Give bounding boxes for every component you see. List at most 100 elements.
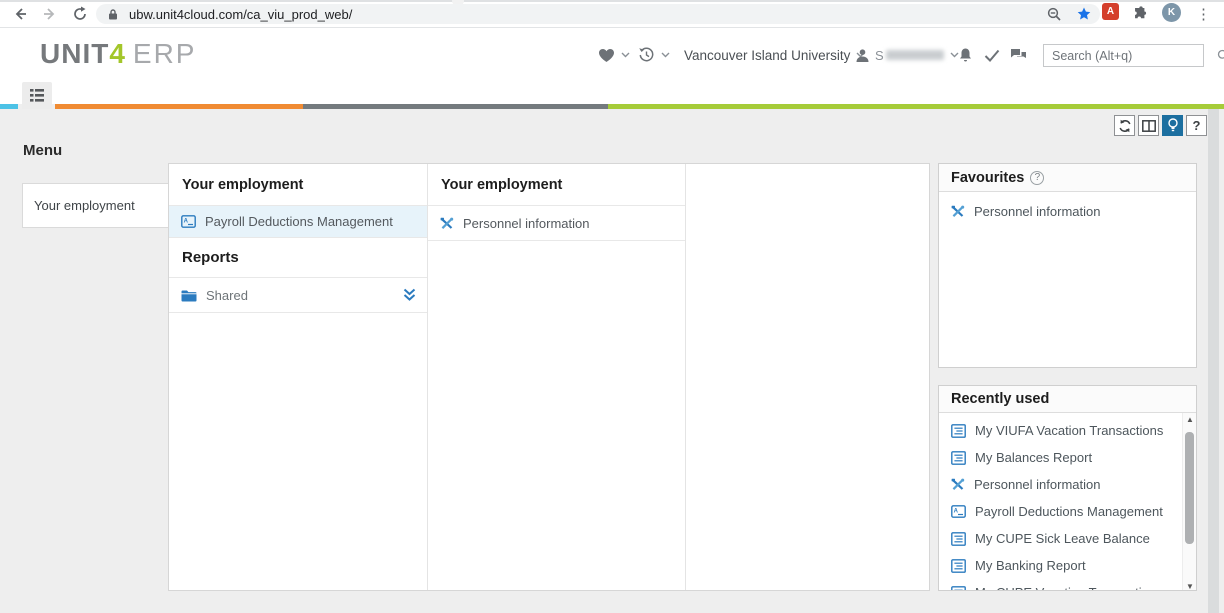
view-actions: ? — [1114, 115, 1207, 136]
recently-used-list: My VIUFA Vacation Transactions My Balance… — [939, 413, 1184, 591]
recently-used-item-label: My CUPE Vacation Transactions — [975, 585, 1163, 591]
report-icon — [951, 451, 966, 465]
messages-button[interactable] — [1010, 28, 1027, 82]
recently-used-item[interactable]: My Balances Report — [939, 444, 1184, 471]
recently-used-item[interactable]: My CUPE Sick Leave Balance — [939, 525, 1184, 552]
logo-4: 4 — [109, 38, 125, 69]
help-circle-icon[interactable]: ? — [1030, 171, 1044, 185]
menu-item-label: Shared — [206, 288, 248, 303]
form-icon: A — [951, 505, 966, 518]
section-header-reports: Reports — [169, 238, 427, 278]
tasks-button[interactable] — [984, 28, 1000, 82]
folder-icon — [181, 289, 197, 302]
main-menu-tab[interactable] — [22, 82, 52, 109]
recently-used-item-label: Personnel information — [974, 477, 1100, 492]
recently-used-item-label: My CUPE Sick Leave Balance — [975, 531, 1150, 546]
help-glyph: ? — [1193, 118, 1201, 133]
browser-back-icon[interactable] — [10, 4, 30, 24]
favourites-menu-button[interactable] — [598, 28, 630, 82]
tools-icon — [951, 205, 965, 218]
history-icon — [638, 47, 655, 63]
menu-item-payroll-deductions[interactable]: A Payroll Deductions Management — [169, 206, 427, 238]
tips-lightbulb-button[interactable] — [1162, 115, 1183, 136]
browser-avatar[interactable]: K — [1162, 3, 1181, 22]
recently-used-panel: Recently used My VIUFA Vacation Transact… — [938, 385, 1197, 591]
section-header-your-employment: Your employment — [428, 164, 685, 206]
menu-list-icon — [30, 89, 44, 102]
recently-used-item[interactable]: My CUPE Vacation Transactions — [939, 579, 1184, 591]
page-title: Menu — [23, 142, 62, 159]
menu-bar — [0, 82, 1224, 104]
recently-used-item[interactable]: My VIUFA Vacation Transactions — [939, 417, 1184, 444]
bell-icon — [958, 47, 973, 63]
recently-used-item[interactable]: A Payroll Deductions Management — [939, 498, 1184, 525]
favourites-title: Favourites — [951, 170, 1024, 186]
unit4-erp-logo: UNIT4ERP — [40, 38, 196, 70]
svg-text:A: A — [954, 509, 959, 515]
sidebar-item-your-employment[interactable]: Your employment — [22, 183, 169, 228]
browser-menu-icon[interactable]: ⋮ — [1196, 5, 1211, 23]
search-icon[interactable] — [1217, 49, 1224, 62]
refresh-button[interactable] — [1114, 115, 1135, 136]
menu-item-shared[interactable]: Shared — [169, 278, 427, 313]
url-text[interactable]: ubw.unit4cloud.com/ca_viu_prod_web/ — [129, 7, 352, 22]
recently-used-item-label: Payroll Deductions Management — [975, 504, 1163, 519]
app-header: UNIT4ERP Vancouver Island University — [0, 28, 1224, 82]
tab-strip — [0, 0, 1224, 2]
company-name: Vancouver Island University — [684, 48, 850, 63]
browser-reload-icon[interactable] — [70, 4, 90, 24]
recently-used-title: Recently used — [951, 391, 1049, 407]
extensions-puzzle-icon[interactable] — [1132, 5, 1149, 22]
browser-chrome: ubw.unit4cloud.com/ca_viu_prod_web/ A K … — [0, 0, 1224, 28]
tools-icon — [951, 478, 965, 491]
report-icon — [951, 559, 966, 573]
chevron-down-icon — [661, 52, 670, 58]
help-button[interactable]: ? — [1186, 115, 1207, 136]
recently-used-item-label: My Banking Report — [975, 558, 1086, 573]
menu-item-personnel-information[interactable]: Personnel information — [428, 206, 685, 241]
global-search[interactable] — [1043, 44, 1204, 67]
heart-icon — [598, 48, 615, 63]
browser-forward-icon[interactable] — [40, 4, 60, 24]
favourite-item[interactable]: Personnel information — [939, 198, 1196, 225]
chat-icon — [1010, 48, 1027, 63]
recently-used-item[interactable]: Personnel information — [939, 471, 1184, 498]
search-input[interactable] — [1044, 49, 1217, 63]
company-selector[interactable]: Vancouver Island University — [684, 28, 865, 82]
favourite-item-label: Personnel information — [974, 204, 1100, 219]
list-scrollbar[interactable]: ▲ ▼ — [1182, 413, 1196, 591]
scroll-down-icon[interactable]: ▼ — [1183, 580, 1197, 591]
lock-icon[interactable] — [107, 8, 119, 21]
menu-panel: Your employment A Payroll Deductions Man… — [168, 163, 930, 591]
user-menu-button[interactable]: S — [855, 28, 959, 82]
user-name-redacted — [886, 50, 944, 60]
history-menu-button[interactable] — [638, 28, 670, 82]
bookmark-star-icon[interactable] — [1076, 6, 1092, 22]
report-icon — [951, 424, 966, 438]
menu-column-2: Your employment Personnel information — [428, 164, 686, 590]
report-icon — [951, 586, 966, 592]
favourites-list: Personnel information — [939, 192, 1196, 225]
logo-unit: UNIT — [40, 38, 109, 69]
report-icon — [951, 532, 966, 546]
recently-used-item-label: My Balances Report — [975, 450, 1092, 465]
user-name-prefix: S — [875, 48, 884, 63]
zoom-page-icon[interactable] — [1047, 7, 1062, 22]
address-bar[interactable]: ubw.unit4cloud.com/ca_viu_prod_web/ — [96, 4, 1100, 24]
menu-item-label: Personnel information — [463, 216, 589, 231]
pdf-extension-icon[interactable]: A — [1102, 3, 1119, 20]
recently-used-item[interactable]: My Banking Report — [939, 552, 1184, 579]
sidebar-item-label: Your employment — [34, 198, 135, 213]
section-header-your-employment: Your employment — [169, 164, 427, 206]
scrollbar-thumb[interactable] — [1185, 432, 1194, 544]
scroll-up-icon[interactable]: ▲ — [1183, 413, 1197, 425]
app-window: ubw.unit4cloud.com/ca_viu_prod_web/ A K … — [0, 0, 1224, 613]
notifications-button[interactable] — [958, 28, 973, 82]
expand-double-chevron-icon[interactable] — [402, 288, 417, 302]
page-scrollbar[interactable] — [1208, 109, 1219, 613]
user-icon — [855, 48, 870, 63]
favourites-header: Favourites ? — [939, 164, 1196, 192]
menu-item-label: Payroll Deductions Management — [205, 214, 393, 229]
split-view-button[interactable] — [1138, 115, 1159, 136]
recently-used-item-label: My VIUFA Vacation Transactions — [975, 423, 1163, 438]
